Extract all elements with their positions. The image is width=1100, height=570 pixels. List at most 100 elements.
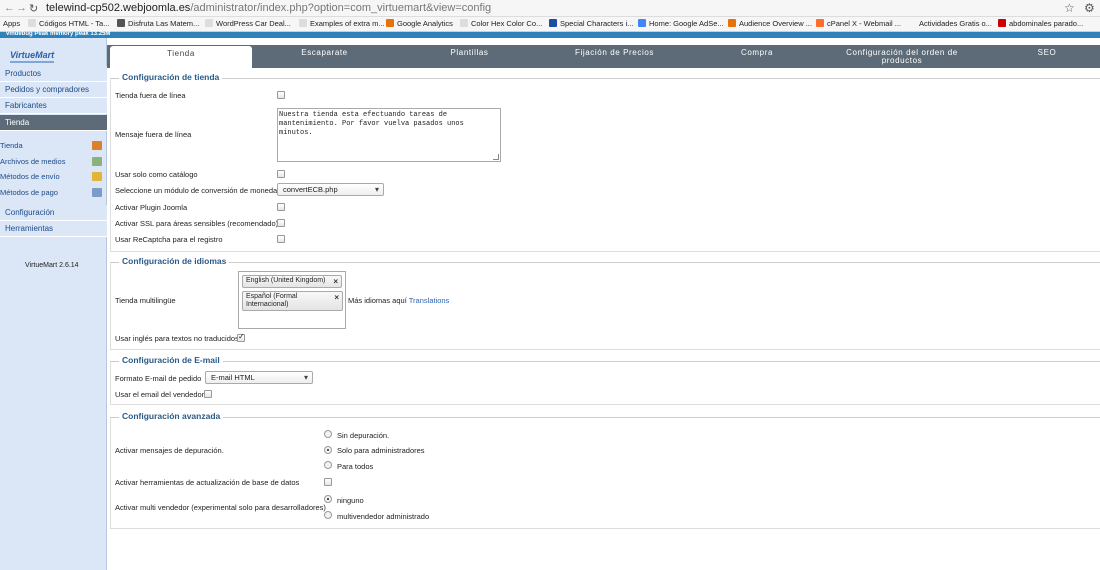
bookmark-label: abdominales parado... [1009, 19, 1084, 28]
debug-radio-all[interactable] [324, 461, 332, 469]
url-host: telewind-cp502.webjoomla.es [46, 2, 191, 14]
translations-link[interactable]: Translations [409, 296, 450, 305]
bookmark-item[interactable]: Disfruta Las Matem... [117, 19, 199, 28]
reload-icon[interactable]: ↻ [29, 2, 38, 15]
sidebar-subitem-shipping[interactable]: Métodos de envío [0, 169, 106, 184]
debug-option-label: Para todos [337, 462, 374, 471]
currency-module-select[interactable]: convertECB.php [277, 183, 384, 196]
sidebar-subitem-tienda[interactable]: Tienda [0, 138, 106, 153]
sidebar-item-label: Configuración [5, 208, 55, 217]
vendor-email-label: Usar el email del vendedor [115, 390, 205, 399]
bookmark-icon [638, 19, 646, 27]
offline-label: Tienda fuera de línea [115, 91, 186, 100]
sidebar-item-herramientas[interactable]: Herramientas [0, 221, 107, 237]
sidebar-item-label: Tienda [5, 118, 30, 127]
db-tools-label: Activar herramientas de actualización de… [115, 478, 300, 487]
tab-precios[interactable]: Fijación de Precios [547, 45, 682, 68]
catalog-only-label: Usar solo como catálogo [115, 170, 198, 179]
multivendor-label: Activar multi vendedor (experimental sol… [115, 503, 326, 512]
debug-radio-admins[interactable] [324, 446, 332, 454]
multivendor-radio-admin[interactable] [324, 511, 332, 519]
sidebar-subitem-label: Tienda [0, 141, 23, 150]
use-english-checkbox[interactable] [237, 332, 245, 342]
sidebar-subitem-media[interactable]: Archivos de medios [0, 154, 106, 169]
tab-plantillas[interactable]: Plantillas [402, 45, 537, 68]
tab-orden-productos[interactable]: Configuración del orden de productos [842, 45, 962, 68]
db-tools-checkbox[interactable] [324, 478, 332, 486]
currency-module-label: Seleccione un módulo de conversión de mo… [115, 186, 278, 195]
bookmark-item[interactable]: Google Analytics [386, 19, 453, 28]
bookmark-item[interactable]: Apps [3, 19, 20, 28]
back-icon[interactable]: ← [4, 2, 15, 14]
tab-label: Configuración del orden de productos [846, 48, 958, 65]
tab-escaparate[interactable]: Escaparate [257, 45, 392, 68]
bookmark-item[interactable]: Audience Overview ... [728, 19, 812, 28]
sidebar-subitem-label: Métodos de pago [0, 188, 58, 197]
tab-label: Escaparate [301, 48, 348, 57]
bookmark-item[interactable]: Color Hex Color Co... [460, 19, 542, 28]
advanced-config-legend: Configuración avanzada [119, 411, 224, 421]
bookmark-label: Apps [3, 19, 21, 28]
bookmark-label: Special Characters i... [560, 19, 634, 28]
tab-seo[interactable]: SEO [992, 45, 1100, 68]
bookmarks-bar: Apps Códigos HTML - Ta... Disfruta Las Mat… [0, 17, 1100, 32]
shop-config-legend: Configuración de tienda [119, 72, 223, 82]
language-chip: English (United Kingdom) × [242, 275, 342, 288]
bookmark-icon [460, 19, 468, 27]
remove-icon[interactable]: × [334, 294, 339, 302]
catalog-only-checkbox[interactable] [277, 170, 285, 178]
bookmark-icon [386, 19, 394, 27]
sidebar-item-fabricantes[interactable]: Fabricantes [0, 98, 107, 114]
config-tabs: Tienda Escaparate Plantillas Fijación de… [107, 45, 1100, 68]
bookmark-label: WordPress Car Deal... [216, 19, 291, 28]
vendor-email-checkbox[interactable] [204, 390, 212, 398]
recaptcha-checkbox[interactable] [277, 235, 285, 243]
payment-icon [92, 188, 102, 197]
bookmark-item[interactable]: Special Characters i... [549, 19, 633, 28]
bookmark-label: Audience Overview ... [739, 19, 812, 28]
shop-icon [92, 141, 102, 150]
sidebar-item-label: Fabricantes [5, 101, 47, 110]
sidebar-item-pedidos[interactable]: Pedidos y compradores [0, 82, 107, 98]
browser-address-bar: ← → ↻ telewind-cp502.webjoomla.es/admini… [0, 0, 1100, 17]
sidebar-subitem-label: Métodos de envío [0, 172, 60, 181]
bookmark-label: Google Analytics [397, 19, 453, 28]
ssl-label: Activar SSL para áreas sensibles (recome… [115, 219, 279, 228]
sidebar-item-configuracion[interactable]: Configuración [0, 205, 107, 221]
language-chip-label: English (United Kingdom) [246, 277, 326, 284]
admin-header-bar [0, 32, 1100, 38]
bookmark-item[interactable]: cPanel X - Webmail ... [816, 19, 901, 28]
select-value: convertECB.php [283, 185, 338, 194]
forward-icon[interactable]: → [16, 2, 27, 14]
tab-tienda[interactable]: Tienda [110, 46, 252, 68]
ssl-checkbox[interactable] [277, 219, 285, 227]
star-icon[interactable]: ☆ [1064, 1, 1075, 15]
joomla-plugin-checkbox[interactable] [277, 203, 285, 211]
bookmark-item[interactable]: Actividades Gratis o... [919, 19, 992, 28]
email-format-select[interactable]: E-mail HTML [205, 371, 313, 384]
bookmark-item[interactable]: abdominales parado... [998, 19, 1083, 28]
more-languages-label: Más idiomas aquí [348, 296, 407, 305]
language-multiselect[interactable]: English (United Kingdom) × Español (Forma… [238, 271, 346, 329]
bookmark-item[interactable]: Home: Google AdSe... [638, 19, 724, 28]
bookmark-label: Actividades Gratis o... [919, 19, 992, 28]
sidebar-item-productos[interactable]: Productos [0, 66, 107, 82]
tab-label: Fijación de Precios [575, 48, 654, 57]
offline-checkbox[interactable] [277, 91, 285, 99]
tab-label: Plantillas [450, 48, 489, 57]
offline-message-textarea[interactable]: Nuestra tienda esta efectuando tareas de… [277, 108, 501, 162]
sidebar-subitem-payment[interactable]: Métodos de pago [0, 185, 106, 200]
bookmark-item[interactable]: Examples of extra m... [299, 19, 385, 28]
bookmark-item[interactable]: WordPress Car Deal... [205, 19, 291, 28]
sidebar-item-label: Herramientas [5, 224, 54, 233]
settings-icon[interactable]: ⚙ [1084, 1, 1095, 15]
bookmark-item[interactable]: Códigos HTML - Ta... [28, 19, 109, 28]
debug-radio-none[interactable] [324, 430, 332, 438]
tab-compra[interactable]: Compra [692, 45, 822, 68]
sidebar-item-tienda[interactable]: Tienda [0, 115, 107, 131]
remove-icon[interactable]: × [333, 278, 338, 286]
bookmark-label: Examples of extra m... [310, 19, 385, 28]
multivendor-radio-none[interactable] [324, 495, 332, 503]
url-field[interactable]: telewind-cp502.webjoomla.es/administrato… [46, 2, 491, 14]
select-value: E-mail HTML [211, 373, 255, 382]
